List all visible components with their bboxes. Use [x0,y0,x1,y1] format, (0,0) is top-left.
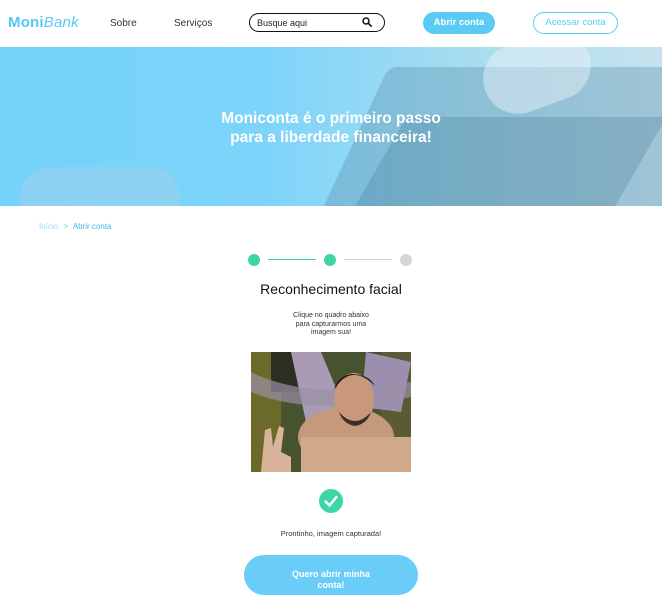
banner-background-arm [20,167,180,206]
step-2-indicator [324,254,336,266]
search-icon[interactable] [362,17,372,27]
logo-text-moni: Moni [8,14,44,31]
monibank-logo[interactable]: MoniBank [8,14,79,31]
logo-text-bank: Bank [43,14,79,31]
access-account-button[interactable]: Acessar conta [533,12,618,34]
capture-success-indicator [319,489,343,513]
hero-banner: Moniconta é o primeiro passo para a libe… [0,47,662,206]
nav-link-servicos[interactable]: Serviços [174,18,212,29]
search-box [249,13,385,32]
banner-headline: Moniconta é o primeiro passo para a libe… [160,109,502,147]
breadcrumb-current: Abrir conta [72,222,112,231]
page-title: Reconhecimento facial [260,281,402,297]
breadcrumb: Início > Abrir conta [39,222,112,231]
step-connector-2 [344,259,392,260]
page: MoniBank Sobre Serviços Abrir conta Aces… [0,0,662,616]
open-my-account-button[interactable]: Quero abrir minha conta! [244,555,418,595]
search-input[interactable] [257,16,357,29]
breadcrumb-home[interactable]: Início [39,222,58,231]
step-3-indicator [400,254,412,266]
step-connector-1 [268,259,316,260]
open-account-button[interactable]: Abrir conta [423,12,495,34]
breadcrumb-separator: > [63,222,69,231]
top-header: MoniBank Sobre Serviços Abrir conta Aces… [0,0,662,47]
nav-link-sobre[interactable]: Sobre [110,18,137,29]
camera-capture-frame[interactable] [251,352,411,472]
banner-headline-line1: Moniconta é o primeiro passo [221,110,441,127]
capture-instruction: Clique no quadro abaixo para capturarmos… [293,312,369,336]
capture-status-text: Prontinho, imagem capturada! [280,529,382,538]
banner-headline-line2: para a liberdade financeira! [230,129,432,146]
check-icon [324,495,338,507]
step-1-indicator [248,254,260,266]
captured-face-image [251,352,411,472]
